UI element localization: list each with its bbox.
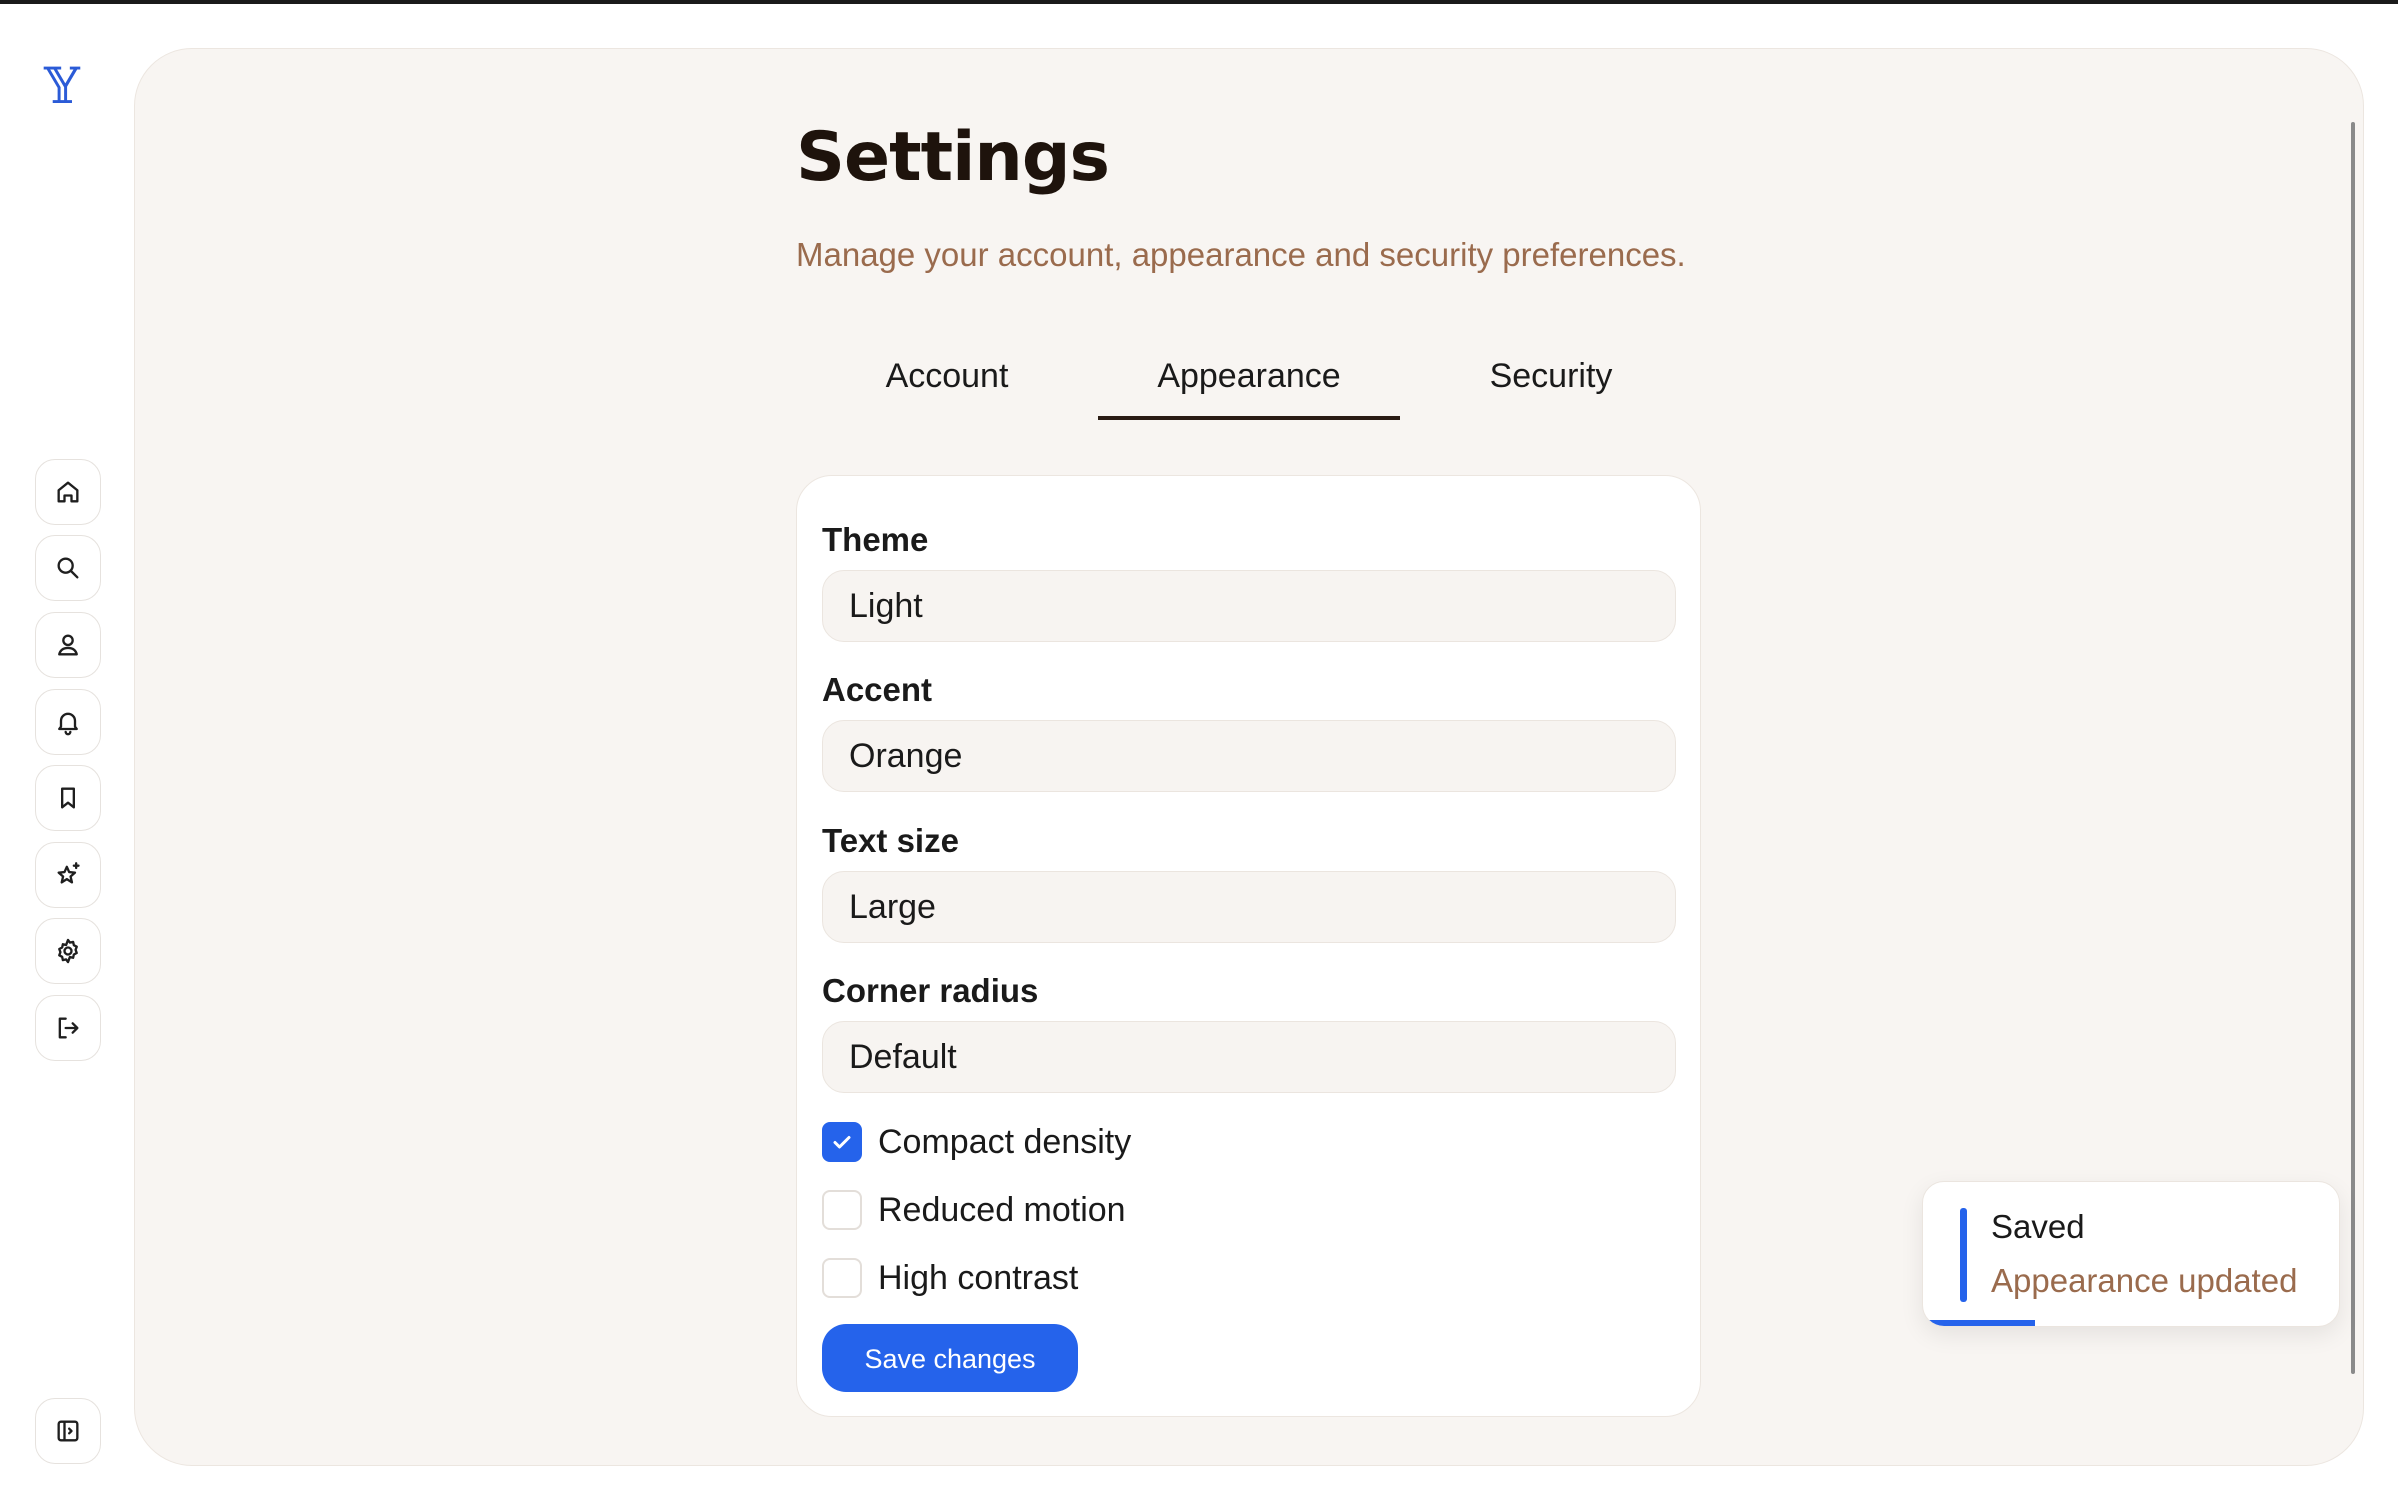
tab-security[interactable]: Security: [1400, 350, 1702, 416]
rail-logout-button[interactable]: [35, 995, 101, 1061]
accent-select[interactable]: Orange: [822, 720, 1676, 792]
toast-message: Appearance updated: [1991, 1262, 2298, 1299]
rail-settings-button[interactable]: [35, 918, 101, 984]
text-size-label: Text size: [822, 822, 959, 859]
text-size-select[interactable]: Large: [822, 871, 1676, 943]
checkmark-icon: [833, 1136, 851, 1149]
high-contrast-checkbox[interactable]: [822, 1258, 862, 1298]
bell-icon: [58, 712, 78, 736]
page-title: Settings: [796, 118, 1110, 197]
toast-progress-bar: [1923, 1320, 2036, 1326]
logout-icon: [58, 1017, 79, 1039]
user-icon: [58, 634, 78, 656]
bookmark-icon: [61, 787, 76, 809]
toast-progress-track: [1923, 1320, 2339, 1326]
save-changes-button[interactable]: Save changes: [822, 1324, 1078, 1392]
home-icon: [57, 481, 79, 503]
toast-accent-bar: [1960, 1208, 1967, 1302]
corner-radius-label: Corner radius: [822, 972, 1039, 1009]
theme-label: Theme: [822, 521, 929, 558]
app-logo[interactable]: 𝕐: [38, 58, 86, 114]
reduced-motion-row[interactable]: Reduced motion: [822, 1189, 1126, 1231]
sidebar-collapse-button[interactable]: [35, 1398, 101, 1464]
rail-home-button[interactable]: [35, 459, 101, 525]
tab-appearance[interactable]: Appearance: [1098, 350, 1400, 420]
reduced-motion-label: Reduced motion: [878, 1190, 1126, 1229]
corner-radius-select[interactable]: Default: [822, 1021, 1676, 1093]
page-subtitle: Manage your account, appearance and secu…: [796, 236, 1686, 273]
rail-search-button[interactable]: [35, 535, 101, 601]
high-contrast-label: High contrast: [878, 1258, 1079, 1297]
rail-bookmarks-button[interactable]: [35, 765, 101, 831]
rail-profile-button[interactable]: [35, 612, 101, 678]
reduced-motion-checkbox[interactable]: [822, 1190, 862, 1230]
high-contrast-row[interactable]: High contrast: [822, 1257, 1078, 1299]
search-icon: [57, 557, 79, 579]
gear-icon: [58, 938, 78, 964]
theme-select[interactable]: Light: [822, 570, 1676, 642]
window-top-border: [0, 0, 2398, 4]
tab-account[interactable]: Account: [796, 350, 1098, 416]
toast-title: Saved: [1991, 1208, 2085, 1245]
sparkle-star-icon: [57, 862, 80, 884]
compact-density-checkbox[interactable]: [822, 1122, 862, 1162]
compact-density-label: Compact density: [878, 1122, 1132, 1161]
rail-favorites-button[interactable]: [35, 842, 101, 908]
toast-notification[interactable]: Saved Appearance updated: [1922, 1181, 2340, 1327]
sidebar-collapse-icon: [57, 1420, 79, 1442]
rail-notifications-button[interactable]: [35, 689, 101, 755]
compact-density-row[interactable]: Compact density: [822, 1121, 1131, 1163]
scrollbar[interactable]: [2351, 122, 2355, 1374]
accent-label: Accent: [822, 671, 933, 708]
